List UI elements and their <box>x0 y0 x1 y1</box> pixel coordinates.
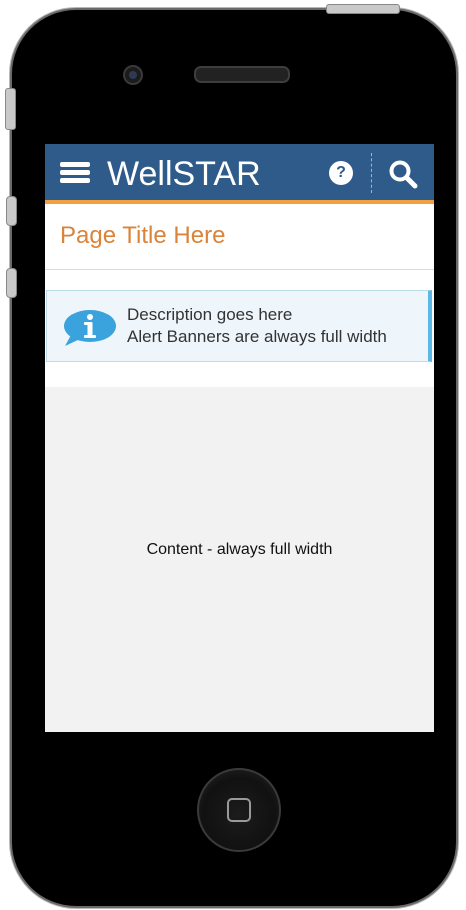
front-camera-icon <box>123 65 143 85</box>
alert-description: Description goes here <box>127 305 293 324</box>
search-icon[interactable] <box>387 158 419 190</box>
alert-banner: Description goes here Alert Banners are … <box>46 290 432 362</box>
home-button-icon <box>227 798 251 822</box>
alert-note: Alert Banners are always full width <box>127 327 387 346</box>
app-header: WellSTAR ? <box>45 144 434 204</box>
volume-down-button <box>6 268 17 298</box>
power-button <box>326 4 400 14</box>
help-icon[interactable]: ? <box>329 161 353 185</box>
content-area: Content - always full width <box>45 387 434 732</box>
phone-screen: WellSTAR ? Page Title Here Description g… <box>45 144 434 732</box>
hamburger-icon[interactable] <box>60 162 90 184</box>
mute-switch <box>5 88 16 130</box>
page-title: Page Title Here <box>60 222 226 249</box>
volume-up-button <box>6 196 17 226</box>
content-placeholder: Content - always full width <box>146 541 333 558</box>
header-divider <box>371 153 372 193</box>
earpiece-speaker <box>194 66 290 83</box>
app-logo[interactable]: WellSTAR <box>107 154 261 194</box>
page-title-bar: Page Title Here <box>45 204 434 270</box>
info-icon <box>64 310 116 346</box>
home-button[interactable] <box>197 768 281 852</box>
